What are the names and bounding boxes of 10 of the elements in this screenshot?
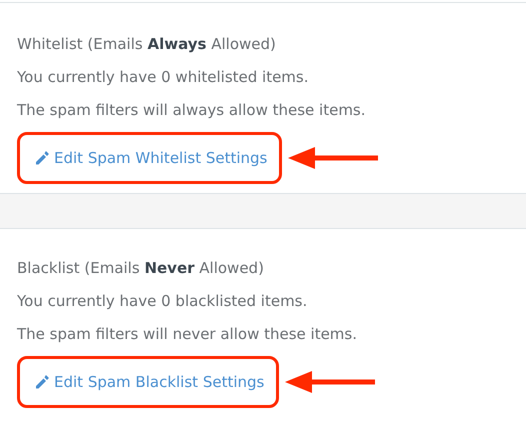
- pencil-icon: [34, 150, 50, 166]
- description-text: You currently have 0 blacklisted items.: [17, 291, 308, 312]
- description-text: You currently have 0 whitelisted items.: [17, 67, 310, 88]
- edit-settings-link[interactable]: Edit Spam Blacklist Settings: [34, 370, 264, 394]
- section-title: Whitelist (Emails Always Allowed): [17, 34, 277, 55]
- pencil-icon: [34, 374, 50, 390]
- description-text: The spam filters will always allow these items.: [17, 100, 367, 121]
- edit-settings-link[interactable]: Edit Spam Whitelist Settings: [34, 146, 268, 170]
- description-text: The spam filters will never allow these items.: [17, 324, 358, 345]
- section-title: Blacklist (Emails Never Allowed): [17, 258, 265, 279]
